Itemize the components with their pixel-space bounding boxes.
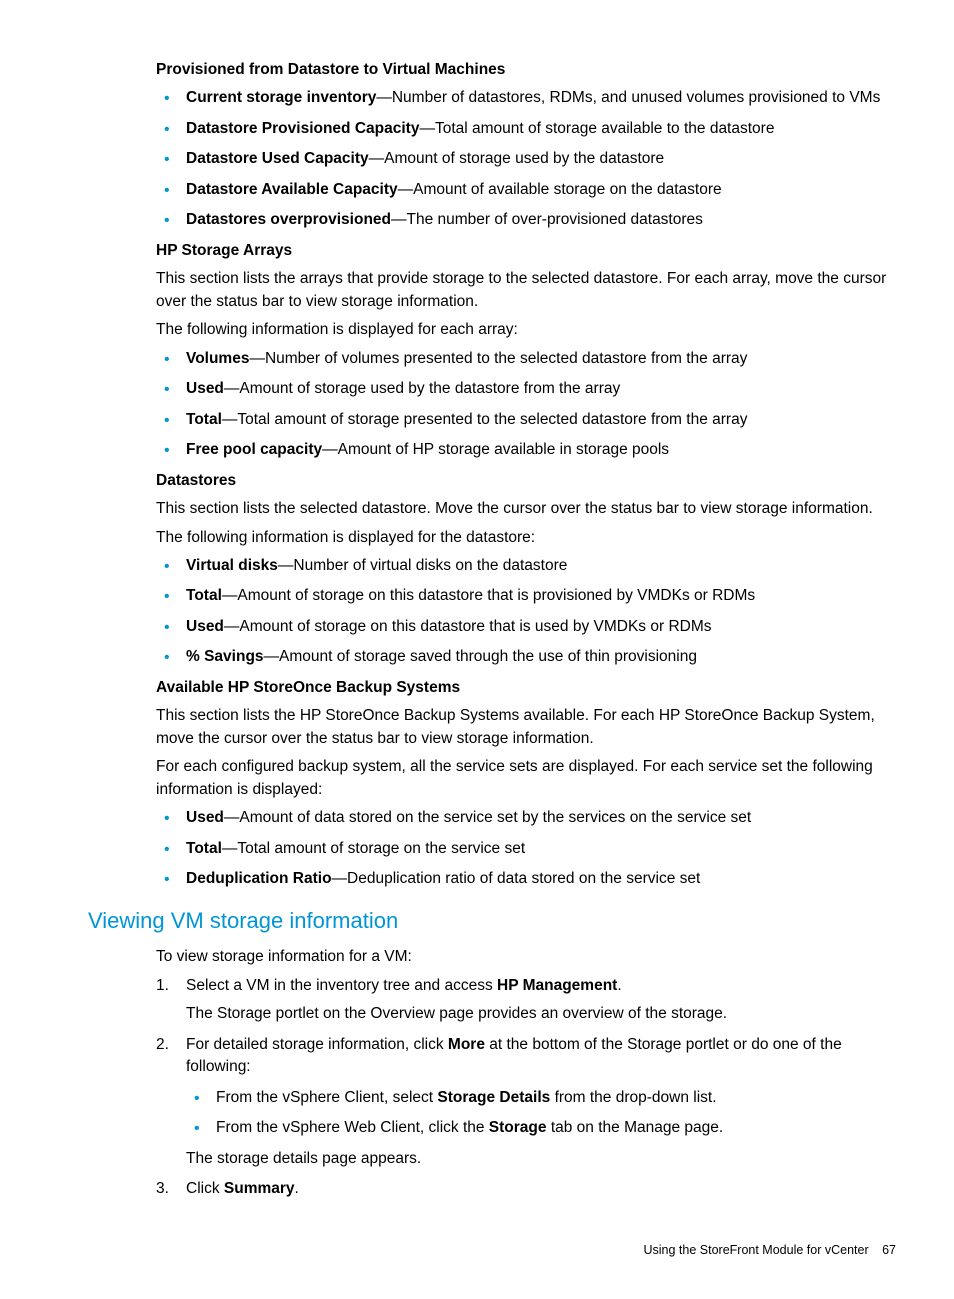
term: Virtual disks [186, 557, 278, 574]
term: Free pool capacity [186, 441, 322, 458]
step-text: . [295, 1180, 299, 1197]
ordered-steps: Select a VM in the inventory tree and ac… [156, 975, 896, 1201]
list-item: Datastore Available Capacity—Amount of a… [156, 179, 896, 201]
list-item: From the vSphere Web Client, click the S… [186, 1117, 896, 1139]
term: Used [186, 809, 224, 826]
desc: —Total amount of storage available to th… [419, 120, 774, 137]
paragraph: The following information is displayed f… [156, 527, 896, 549]
list-item: Datastore Provisioned Capacity—Total amo… [156, 118, 896, 140]
footer-text: Using the StoreFront Module for vCenter [644, 1243, 869, 1257]
list-item: % Savings—Amount of storage saved throug… [156, 646, 896, 668]
paragraph: To view storage information for a VM: [156, 946, 896, 968]
text: tab on the Manage page. [547, 1119, 724, 1136]
term: Total [186, 411, 222, 428]
paragraph: This section lists the selected datastor… [156, 498, 896, 520]
bullet-list-storeonce: Used—Amount of data stored on the servic… [156, 807, 896, 890]
paragraph: For each configured backup system, all t… [156, 756, 896, 801]
bullet-list-datastores: Virtual disks—Number of virtual disks on… [156, 555, 896, 669]
list-item: Free pool capacity—Amount of HP storage … [156, 439, 896, 461]
step-2: For detailed storage information, click … [156, 1034, 896, 1170]
term: Datastore Available Capacity [186, 181, 398, 198]
step-subtext: The Storage portlet on the Overview page… [186, 1003, 896, 1025]
nested-bullets: From the vSphere Client, select Storage … [186, 1087, 896, 1140]
step-text: For detailed storage information, click [186, 1036, 448, 1053]
desc: —Deduplication ratio of data stored on t… [332, 870, 701, 887]
page-number: 67 [882, 1243, 896, 1257]
bullet-list-provisioned: Current storage inventory—Number of data… [156, 87, 896, 231]
list-item: Virtual disks—Number of virtual disks on… [156, 555, 896, 577]
term: Datastore Used Capacity [186, 150, 369, 167]
term: Datastore Provisioned Capacity [186, 120, 419, 137]
step-text: Click [186, 1180, 224, 1197]
paragraph: This section lists the arrays that provi… [156, 268, 896, 313]
term: Used [186, 618, 224, 635]
term: Current storage inventory [186, 89, 376, 106]
bold-term: HP Management [497, 977, 617, 994]
desc: —Amount of available storage on the data… [398, 181, 722, 198]
desc: —Number of volumes presented to the sele… [249, 350, 747, 367]
main-heading: Viewing VM storage information [88, 905, 896, 937]
bold-term: Summary [224, 1180, 295, 1197]
list-item: Datastore Used Capacity—Amount of storag… [156, 148, 896, 170]
list-item: Datastores overprovisioned—The number of… [156, 209, 896, 231]
desc: —Number of virtual disks on the datastor… [278, 557, 567, 574]
section-heading-provisioned: Provisioned from Datastore to Virtual Ma… [156, 59, 896, 81]
list-item: Total—Total amount of storage presented … [156, 409, 896, 431]
step-text: . [617, 977, 621, 994]
term: % Savings [186, 648, 264, 665]
term: Total [186, 587, 222, 604]
step-3: Click Summary. [156, 1178, 896, 1200]
step-1: Select a VM in the inventory tree and ac… [156, 975, 896, 1026]
page-footer: Using the StoreFront Module for vCenter … [88, 1241, 896, 1259]
desc: —Amount of HP storage available in stora… [322, 441, 669, 458]
term: Total [186, 840, 222, 857]
paragraph: The following information is displayed f… [156, 319, 896, 341]
bold-term: Storage [489, 1119, 547, 1136]
list-item: Used—Amount of storage used by the datas… [156, 378, 896, 400]
section-heading-datastores: Datastores [156, 470, 896, 492]
desc: —Total amount of storage on the service … [222, 840, 525, 857]
desc: —Number of datastores, RDMs, and unused … [376, 89, 880, 106]
term: Volumes [186, 350, 249, 367]
term: Deduplication Ratio [186, 870, 332, 887]
bullet-list-arrays: Volumes—Number of volumes presented to t… [156, 348, 896, 462]
desc: —Amount of storage saved through the use… [264, 648, 697, 665]
section-heading-arrays: HP Storage Arrays [156, 240, 896, 262]
text: From the vSphere Web Client, click the [216, 1119, 489, 1136]
text: From the vSphere Client, select [216, 1089, 437, 1106]
list-item: Deduplication Ratio—Deduplication ratio … [156, 868, 896, 890]
list-item: From the vSphere Client, select Storage … [186, 1087, 896, 1109]
desc: —Amount of data stored on the service se… [224, 809, 751, 826]
list-item: Used—Amount of storage on this datastore… [156, 616, 896, 638]
term: Used [186, 380, 224, 397]
paragraph: This section lists the HP StoreOnce Back… [156, 705, 896, 750]
section-heading-storeonce: Available HP StoreOnce Backup Systems [156, 677, 896, 699]
list-item: Total—Total amount of storage on the ser… [156, 838, 896, 860]
desc: —Amount of storage used by the datastore… [224, 380, 620, 397]
desc: —Total amount of storage presented to th… [222, 411, 748, 428]
list-item: Total—Amount of storage on this datastor… [156, 585, 896, 607]
bold-term: Storage Details [437, 1089, 550, 1106]
term: Datastores overprovisioned [186, 211, 391, 228]
desc: —Amount of storage on this datastore tha… [224, 618, 712, 635]
text: from the drop-down list. [550, 1089, 716, 1106]
desc: —The number of over-provisioned datastor… [391, 211, 703, 228]
step-text: Select a VM in the inventory tree and ac… [186, 977, 497, 994]
desc: —Amount of storage used by the datastore [369, 150, 665, 167]
list-item: Volumes—Number of volumes presented to t… [156, 348, 896, 370]
bold-term: More [448, 1036, 485, 1053]
list-item: Used—Amount of data stored on the servic… [156, 807, 896, 829]
step-subtext: The storage details page appears. [186, 1148, 896, 1170]
desc: —Amount of storage on this datastore tha… [222, 587, 755, 604]
list-item: Current storage inventory—Number of data… [156, 87, 896, 109]
